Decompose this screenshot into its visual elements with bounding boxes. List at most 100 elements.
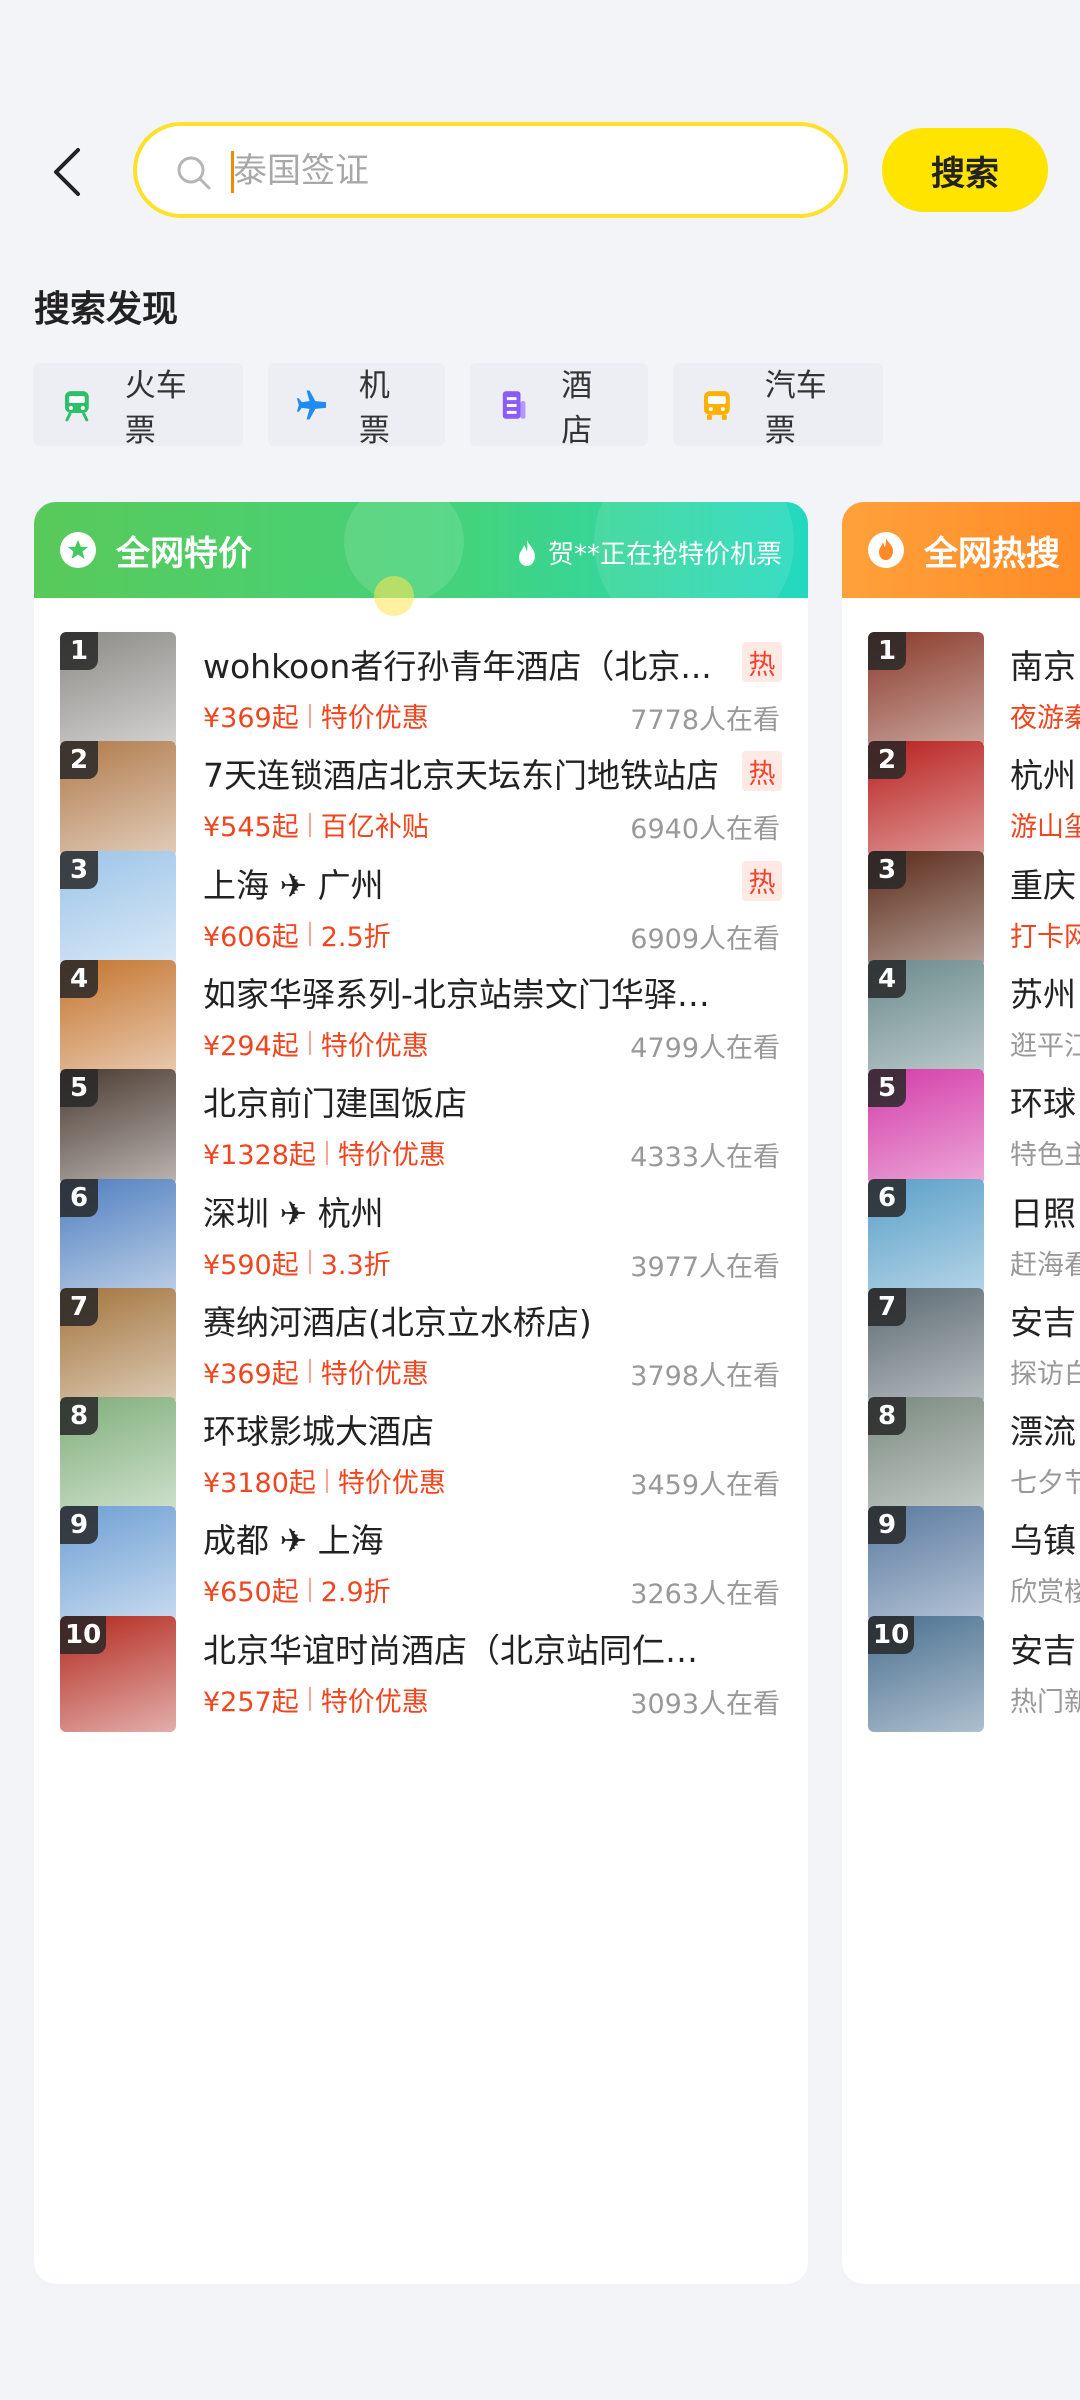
deal-tag: 特价优惠 — [337, 1468, 446, 1500]
rank-badge: 7 — [60, 1287, 98, 1326]
deal-tag: 百亿补贴 — [320, 812, 429, 844]
trending-thumbnail: 7 — [868, 1287, 984, 1404]
rank-badge: 8 — [868, 1397, 906, 1436]
trending-subtitle: 赶海看 — [1010, 1249, 1080, 1281]
trending-title: 日照 — [1010, 1193, 1076, 1233]
deal-title: 上海 ✈ 广州 — [203, 865, 384, 905]
chip-label: 汽车票 — [764, 367, 827, 449]
deal-meta: ¥3180起 特价优惠 — [203, 1461, 446, 1500]
rank-badge: 1 — [868, 632, 906, 670]
hotel-icon — [502, 390, 526, 419]
deal-meta: ¥650起 2.9折 — [203, 1570, 391, 1609]
trending-title: 苏州 — [1010, 974, 1076, 1014]
trending-thumbnail: 3 — [868, 850, 984, 967]
deal-title: 北京前门建国饭店 — [203, 1084, 467, 1124]
trending-item[interactable]: 7 安吉 探访白 — [842, 1287, 1080, 1408]
rank-badge: 6 — [868, 1178, 906, 1217]
chip-bus[interactable]: 汽车票 — [673, 363, 883, 449]
trending-item[interactable]: 8 漂流 七夕节 — [842, 1397, 1080, 1517]
deal-tag: 2.9折 — [320, 1577, 391, 1609]
category-chips: 火车票 机票 酒店 汽车票 — [33, 363, 883, 449]
deal-title: wohkoon者行孙青年酒店（北京... — [203, 647, 712, 686]
rank-badge: 5 — [868, 1069, 906, 1108]
rank-badge: 3 — [868, 850, 906, 889]
trending-card: 全网热搜 1 南京 夜游秦 2 杭州 游山玺 3 重庆 打卡网 4 苏州 逛平江 5 环球 特色主 6 日照 赶海… — [842, 502, 1080, 2284]
discover-title: 搜索发现 — [34, 289, 179, 330]
deal-thumbnail: 7 — [60, 1287, 176, 1404]
deals-header: 全网特价 贺**正在抢特价机票 — [34, 502, 808, 642]
rank-badge: 10 — [868, 1615, 915, 1654]
deal-item[interactable]: 1 wohkoon者行孙青年酒店（北京... 热 ¥369起 特价优惠 7778人在看 — [34, 632, 808, 752]
deal-item[interactable]: 8 环球影城大酒店 ¥3180起 特价优惠 3459人在看 — [34, 1397, 808, 1517]
deal-item[interactable]: 5 北京前门建国饭店 ¥1328起 特价优惠 4333人在看 — [34, 1069, 808, 1189]
trending-title: 环球 — [1010, 1084, 1076, 1124]
deal-item[interactable]: 7 赛纳河酒店(北京立水桥店) ¥369起 特价优惠 3798人在看 — [34, 1287, 808, 1408]
deal-thumbnail: 1 — [60, 632, 176, 748]
deal-title: 北京华谊时尚酒店（北京站同仁医院店） — [203, 1630, 723, 1670]
viewer-count: 3459人在看 — [630, 1470, 780, 1502]
trending-title: 安吉 — [1010, 1302, 1076, 1342]
deal-price: ¥294起 — [203, 1030, 299, 1062]
trending-item[interactable]: 10 安吉 热门新 — [842, 1615, 1080, 1736]
deal-thumbnail: 6 — [60, 1178, 176, 1295]
divider — [308, 1250, 311, 1274]
bus-icon — [703, 390, 730, 420]
trending-title: 全网热搜 — [924, 533, 1060, 574]
deal-tag: 3.3折 — [320, 1249, 391, 1281]
trending-thumbnail: 5 — [868, 1069, 984, 1186]
rank-badge: 4 — [868, 959, 906, 998]
deal-thumbnail: 9 — [60, 1506, 176, 1623]
trending-item[interactable]: 4 苏州逛平江 — [842, 959, 1080, 1080]
deal-title: 如家华驿系列-北京站崇文门华驿酒店 — [203, 974, 723, 1014]
trending-item[interactable]: 9 乌镇 欣赏楼 — [842, 1506, 1080, 1626]
rank-badge: 8 — [60, 1397, 98, 1436]
chip-hotel[interactable]: 酒店 — [470, 363, 648, 449]
deal-price: ¥3180起 — [203, 1468, 316, 1500]
rank-badge: 10 — [60, 1615, 107, 1654]
chip-train[interactable]: 火车票 — [33, 363, 243, 449]
viewer-count: 3798人在看 — [630, 1360, 780, 1392]
rank-badge: 5 — [60, 1069, 98, 1108]
trending-item[interactable]: 1 南京 夜游秦 — [842, 632, 1080, 752]
rank-badge: 3 — [60, 850, 98, 889]
trending-thumbnail: 6 — [868, 1178, 984, 1295]
trending-subtitle: 逛平江 — [1010, 1030, 1080, 1062]
deal-thumbnail: 8 — [60, 1397, 176, 1514]
trending-thumbnail: 9 — [868, 1506, 984, 1623]
deal-price: ¥369起 — [203, 1358, 299, 1390]
deals-notice: 贺**正在抢特价机票 — [516, 534, 782, 571]
divider — [325, 1468, 328, 1493]
deal-item[interactable]: 9 成都 ✈ 上海 ¥650起 2.9折 3263人在看 — [34, 1506, 808, 1626]
trending-item[interactable]: 3 重庆 打卡网 — [842, 850, 1080, 971]
trending-item[interactable]: 2 杭州 游山玺 — [842, 741, 1080, 861]
trending-item[interactable]: 6 日照赶海看 — [842, 1178, 1080, 1299]
deal-item[interactable]: 10 北京华谊时尚酒店（北京站同仁医院店） ¥257起特价优惠 3093人在看 — [34, 1615, 808, 1736]
rank-badge: 4 — [60, 959, 98, 998]
back-button[interactable] — [48, 148, 88, 196]
deal-price: ¥257起 — [203, 1686, 299, 1718]
divider — [308, 1687, 311, 1712]
chip-flight[interactable]: 机票 — [268, 363, 445, 449]
deal-meta: ¥1328起 特价优惠 — [203, 1133, 446, 1172]
viewer-count: 7778人在看 — [630, 705, 780, 736]
trending-thumbnail: 10 — [868, 1615, 984, 1732]
deal-item[interactable]: 3 上海 ✈ 广州 热 ¥606起 2.5折 6909人在看 — [34, 850, 808, 971]
search-box[interactable] — [133, 122, 848, 218]
deal-meta: ¥545起 百亿补贴 — [203, 805, 429, 844]
deal-tag: 特价优惠 — [320, 703, 429, 734]
trending-subtitle: 打卡网 — [1010, 921, 1080, 953]
deals-badge-icon — [60, 532, 96, 568]
deal-item[interactable]: 2 7天连锁酒店北京天坛东门地铁站店热 ¥545起 百亿补贴 6940人在看 — [34, 741, 808, 861]
trending-title: 漂流 — [1010, 1412, 1076, 1452]
divider — [308, 812, 311, 837]
search-input[interactable] — [233, 142, 813, 200]
viewer-count: 4799人在看 — [630, 1032, 780, 1064]
trending-item[interactable]: 5 环球 特色主 — [842, 1069, 1080, 1189]
deal-item[interactable]: 4 如家华驿系列-北京站崇文门华驿酒店 ¥294起 特价优惠 4799人在看 — [34, 959, 808, 1080]
trending-subtitle: 游山玺 — [1010, 812, 1080, 844]
viewer-count: 3263人在看 — [630, 1579, 780, 1611]
rank-badge: 9 — [60, 1506, 98, 1545]
search-button[interactable]: 搜索 — [882, 128, 1048, 212]
deal-item[interactable]: 6 深圳 ✈ 杭州 ¥590起 3.3折 3977人在看 — [34, 1178, 808, 1299]
deal-thumbnail: 4 — [60, 959, 176, 1076]
